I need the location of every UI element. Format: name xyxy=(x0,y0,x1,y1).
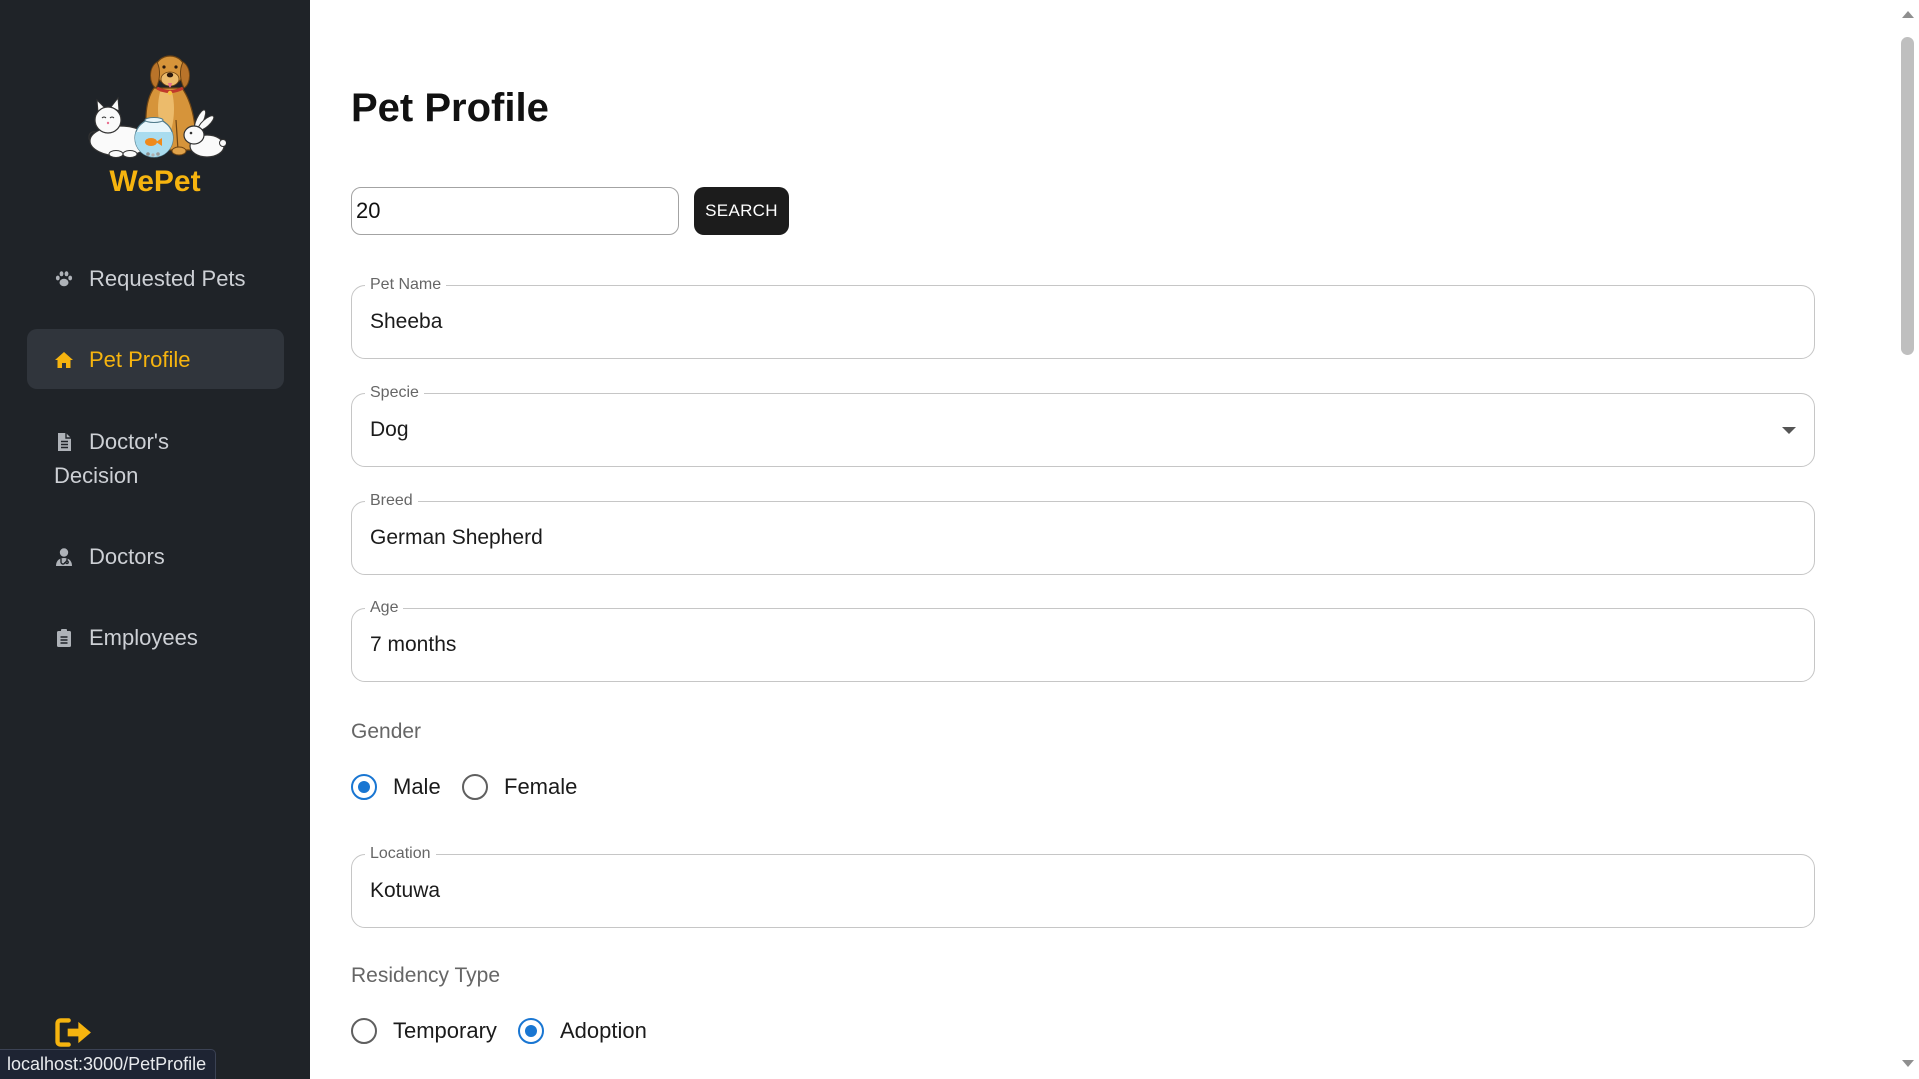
brand-name: WePet xyxy=(109,165,201,198)
location-input[interactable] xyxy=(370,855,1796,927)
sidebar-item-doctors[interactable]: Doctors xyxy=(54,540,284,574)
specie-selected-value: Dog xyxy=(370,418,409,441)
sidebar-item-requested-pets[interactable]: Requested Pets xyxy=(54,262,284,296)
sidebar-item-doctors-decision[interactable]: Doctor's Decision xyxy=(54,425,234,493)
scrollbar-thumb[interactable] xyxy=(1901,37,1914,355)
logo-illustration xyxy=(88,55,226,158)
age-field: Age xyxy=(351,599,1815,682)
residency-radio-adoption[interactable] xyxy=(518,1018,544,1044)
sidebar-item-pet-profile[interactable]: Pet Profile xyxy=(54,343,284,377)
home-icon xyxy=(54,350,74,370)
gender-label: Gender xyxy=(351,720,422,743)
scroll-up-arrow-icon[interactable] xyxy=(1902,11,1914,18)
document-icon xyxy=(54,432,74,452)
breed-input[interactable] xyxy=(370,502,1796,574)
clipboard-icon xyxy=(54,628,74,648)
sidebar: WePet Requested Pets Pet Profile Doctor'… xyxy=(0,0,310,1079)
sidebar-item-label: Requested Pets xyxy=(89,266,246,291)
sidebar-item-label: Pet Profile xyxy=(89,347,191,372)
paw-icon xyxy=(54,269,74,289)
search-input[interactable] xyxy=(351,187,679,235)
gender-radio-male[interactable] xyxy=(351,774,377,800)
breed-field: Breed xyxy=(351,492,1815,575)
doctor-icon xyxy=(54,547,74,567)
sidebar-item-label: Doctors xyxy=(89,544,165,569)
browser-status-url: localhost:3000/PetProfile xyxy=(0,1049,217,1079)
gender-option-label[interactable]: Male xyxy=(393,774,441,800)
residency-radio-temporary[interactable] xyxy=(351,1018,377,1044)
pet-name-field: Pet Name xyxy=(351,276,1815,359)
residency-option-label[interactable]: Adoption xyxy=(560,1018,647,1044)
search-button[interactable]: SEARCH xyxy=(694,187,789,235)
sidebar-item-label: Employees xyxy=(89,625,198,650)
gender-radio-female[interactable] xyxy=(462,774,488,800)
gender-option-label[interactable]: Female xyxy=(504,774,577,800)
logout-icon[interactable] xyxy=(54,1017,93,1048)
specie-select[interactable]: Specie Dog xyxy=(351,384,1815,467)
page-title: Pet Profile xyxy=(351,86,549,130)
scroll-down-arrow-icon[interactable] xyxy=(1902,1060,1914,1067)
age-input[interactable] xyxy=(370,609,1796,681)
residency-type-label: Residency Type xyxy=(351,964,501,987)
vertical-scrollbar[interactable] xyxy=(1898,0,1919,1079)
location-field: Location xyxy=(351,845,1815,928)
residency-option-label[interactable]: Temporary xyxy=(393,1018,497,1044)
sidebar-item-employees[interactable]: Employees xyxy=(54,621,284,655)
chevron-down-icon[interactable] xyxy=(1782,427,1796,434)
pet-name-input[interactable] xyxy=(370,286,1796,358)
